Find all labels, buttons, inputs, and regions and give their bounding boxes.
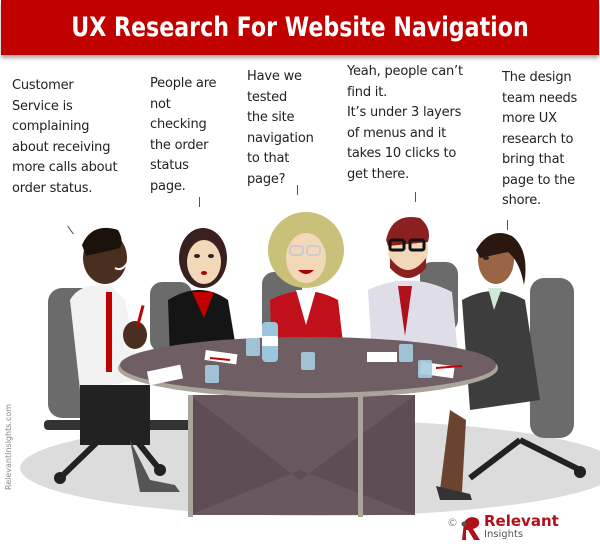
- paper: [367, 352, 397, 362]
- caption-order-status-page: People are not checking the order status…: [150, 76, 217, 194]
- speech-tick: [507, 220, 508, 230]
- copyright-symbol: ©: [447, 516, 458, 529]
- speech-tick: [415, 192, 416, 202]
- caption-customer-service: Customer Service is complaining about re…: [12, 78, 118, 196]
- water-glass: [301, 352, 315, 370]
- water-glass: [205, 365, 219, 383]
- logo-word-insights: Insights: [484, 529, 524, 540]
- logo-word-relevant: Relevant: [484, 512, 559, 530]
- relevant-insights-r-logo-icon: [461, 517, 480, 540]
- water-glass: [246, 338, 260, 356]
- water-glass: [418, 360, 432, 378]
- relevant-insights-logo: © Relevant Insights: [447, 514, 559, 542]
- caption-cant-find-it: Yeah, people can’t find it. It’s under 3…: [347, 64, 463, 182]
- speech-tick: [297, 185, 298, 195]
- side-credit-url: RelevantInsights.com: [4, 403, 13, 490]
- caption-tested-navigation: Have we tested the site navigation to th…: [247, 69, 314, 187]
- caption-design-team: The design team needs more UX research t…: [502, 70, 578, 208]
- speech-tick: [199, 197, 200, 207]
- water-glass: [399, 344, 413, 362]
